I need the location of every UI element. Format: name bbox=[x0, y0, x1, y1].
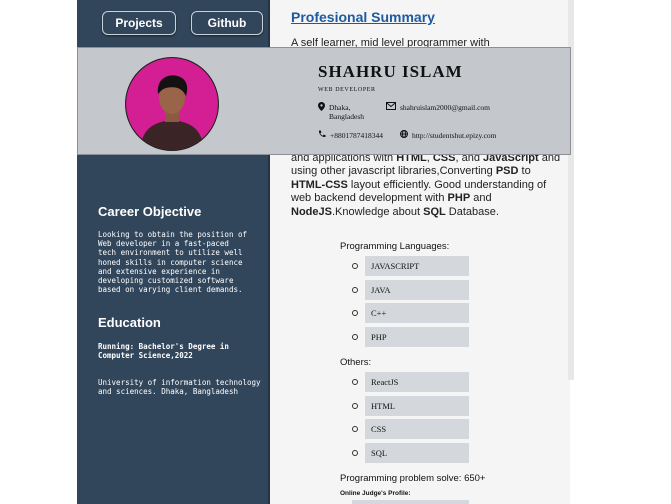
avatar bbox=[125, 57, 219, 151]
others-heading: Others: bbox=[340, 357, 372, 368]
judge-profile-link[interactable] bbox=[352, 500, 469, 504]
projects-button[interactable]: Projects bbox=[102, 11, 176, 35]
education-university: University of information technology and… bbox=[98, 378, 261, 397]
location-info: Dhaka, Bangladesh bbox=[318, 102, 378, 121]
problem-solve-count: Programming problem solve: 650+ bbox=[340, 473, 486, 484]
github-button[interactable]: Github bbox=[191, 11, 263, 35]
map-pin-icon bbox=[318, 102, 325, 111]
skill-pill: PHP bbox=[365, 326, 469, 347]
skill-pill: CSS bbox=[365, 419, 469, 439]
judge-profile-label: Online Judge's Profile: bbox=[340, 490, 411, 497]
website-link[interactable]: http://studentshut.epizy.com bbox=[412, 131, 497, 140]
bullet-icon bbox=[352, 379, 358, 385]
skill-pill: SQL bbox=[365, 442, 469, 463]
bullet-icon bbox=[352, 333, 358, 340]
bullet-icon bbox=[352, 286, 358, 293]
phone-text[interactable]: +8801787418344 bbox=[330, 131, 383, 140]
bullet-icon bbox=[352, 310, 358, 316]
education-heading: Education bbox=[98, 315, 161, 330]
summary-text: and applications with HTML, CSS, and Jav… bbox=[291, 152, 561, 218]
skill-pill: JAVASCRIPT bbox=[365, 256, 469, 276]
skill-pill: JAVA bbox=[365, 279, 469, 300]
programming-languages-heading: Programming Languages: bbox=[340, 241, 450, 252]
skill-pill: ReactJS bbox=[365, 372, 469, 392]
summary-heading[interactable]: Profesional Summary bbox=[291, 9, 435, 25]
bullet-icon bbox=[352, 402, 358, 409]
profile-photo bbox=[126, 58, 218, 150]
bullet-icon bbox=[352, 263, 358, 269]
phone-icon bbox=[318, 130, 326, 138]
email-text[interactable]: shahruislam2000@gmail.com bbox=[400, 103, 490, 112]
envelope-icon bbox=[386, 102, 396, 110]
career-objective-text: Looking to obtain the position of Web de… bbox=[98, 230, 248, 295]
skill-pill: HTML bbox=[365, 395, 469, 416]
email-info[interactable]: shahruislam2000@gmail.com bbox=[386, 102, 490, 112]
website-info[interactable]: http://studentshut.epizy.com bbox=[400, 130, 497, 140]
globe-icon bbox=[400, 130, 408, 138]
location-text: Dhaka, Bangladesh bbox=[329, 103, 364, 121]
career-objective-heading: Career Objective bbox=[98, 204, 202, 219]
profile-role: WEB DEVELOPER bbox=[318, 87, 376, 93]
bullet-icon bbox=[352, 426, 358, 432]
education-degree: Running: Bachelor's Degree in Computer S… bbox=[98, 342, 229, 361]
skill-pill: C++ bbox=[365, 303, 469, 323]
phone-info[interactable]: +8801787418344 bbox=[318, 130, 383, 140]
profile-name: SHAHRU ISLAM bbox=[318, 62, 463, 81]
bullet-icon bbox=[352, 449, 358, 456]
